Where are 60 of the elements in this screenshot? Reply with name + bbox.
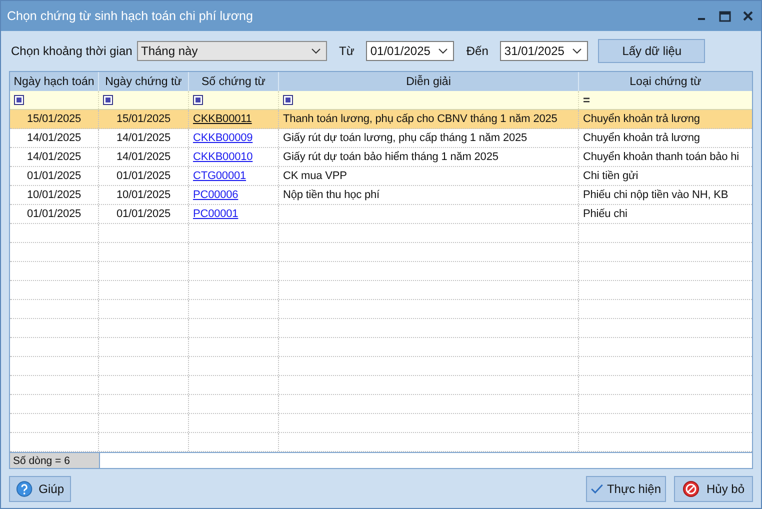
- document-type: Chuyển khoản trả lương: [583, 132, 700, 144]
- description-text: Thanh toán lương, phụ cấp cho CBNV tháng 1 năm 2025: [283, 113, 558, 125]
- period-dropdown[interactable]: Tháng này: [137, 41, 327, 61]
- fetch-data-button[interactable]: Lấy dữ liệu: [598, 39, 706, 63]
- filter-icon[interactable]: [193, 95, 203, 105]
- table-row[interactable]: 10/01/2025 10/01/2025 PC00006 Nộp tiền thu học phí Phiếu chi nộp tiền vào NH, KB: [10, 186, 752, 205]
- document-number-link[interactable]: CKKB00009: [193, 132, 253, 144]
- document-date: 10/01/2025: [116, 189, 171, 201]
- from-date-field[interactable]: 01/01/2025: [366, 41, 454, 61]
- document-date: 14/01/2025: [116, 151, 171, 163]
- table-row[interactable]: 01/01/2025 01/01/2025 CTG00001 CK mua VPP Chi tiền gửi: [10, 167, 752, 186]
- maximize-icon[interactable]: [719, 10, 731, 22]
- table-row[interactable]: 15/01/2025 15/01/2025 CKKB00011 Thanh toán lương, phụ cấp cho CBNV tháng 1 năm 2025 Chuyển khoản trả lương: [10, 110, 752, 129]
- document-number-link[interactable]: PC00001: [193, 208, 238, 220]
- cancel-button[interactable]: Hủy bỏ: [674, 476, 753, 502]
- window-title: Chọn chứng từ sinh hạch toán chi phí lương: [7, 9, 254, 23]
- document-type: Chi tiền gửi: [583, 170, 638, 182]
- filter-operator[interactable]: =: [583, 93, 590, 107]
- posting-date: 01/01/2025: [26, 208, 82, 220]
- chevron-down-icon: [572, 48, 582, 54]
- filter-icon[interactable]: [14, 95, 24, 105]
- chevron-down-icon: [311, 48, 321, 54]
- posting-date: 15/01/2025: [26, 113, 82, 125]
- to-date-field[interactable]: 31/01/2025: [500, 41, 588, 61]
- table-row[interactable]: 01/01/2025 01/01/2025 PC00001 Phiếu chi: [10, 205, 752, 224]
- filter-icon[interactable]: [103, 95, 113, 105]
- table-row[interactable]: 14/01/2025 14/01/2025 CKKB00009 Giấy rút dự toán lương, phụ cấp tháng 1 năm 2025 Chuyển khoản trả lương: [10, 129, 752, 148]
- document-number-link[interactable]: CTG00001: [193, 170, 246, 182]
- document-date: 14/01/2025: [116, 132, 171, 144]
- document-type: Chuyển khoản thanh toán bảo hi: [583, 151, 740, 163]
- column-header[interactable]: Loại chứng từ: [579, 72, 752, 91]
- document-type: Phiếu chi nộp tiền vào NH, KB: [583, 189, 728, 201]
- table-row[interactable]: 14/01/2025 14/01/2025 CKKB00010 Giấy rút dự toán bảo hiểm tháng 1 năm 2025 Chuyển khoản thanh toán bảo hi: [10, 148, 752, 167]
- description-text: CK mua VPP: [283, 170, 347, 182]
- execute-button[interactable]: Thực hiện: [586, 476, 666, 502]
- chevron-down-icon: [438, 48, 448, 54]
- filter-icon[interactable]: [283, 95, 293, 105]
- posting-date: 14/01/2025: [26, 151, 82, 163]
- description-text: Giấy rút dự toán lương, phụ cấp tháng 1 năm 2025: [283, 132, 528, 144]
- from-label: Từ: [339, 44, 354, 58]
- close-icon[interactable]: [743, 11, 753, 21]
- posting-date: 01/01/2025: [26, 170, 82, 182]
- help-button[interactable]: Giúp: [9, 476, 71, 502]
- row-count: Số dòng = 6: [10, 453, 99, 468]
- help-icon: [16, 480, 33, 498]
- to-label: Đến: [466, 44, 488, 58]
- posting-date: 10/01/2025: [26, 189, 82, 201]
- description-text: Nộp tiền thu học phí: [283, 189, 380, 201]
- document-date: 15/01/2025: [116, 113, 171, 125]
- document-number-link[interactable]: CKKB00011: [193, 113, 252, 125]
- period-label: Chọn khoảng thời gian: [11, 44, 134, 58]
- posting-date: 14/01/2025: [26, 132, 82, 144]
- prohibited-icon: [682, 480, 700, 498]
- document-number-link[interactable]: PC00006: [193, 189, 238, 201]
- description-text: Giấy rút dự toán bảo hiểm tháng 1 năm 2025: [283, 151, 498, 163]
- document-type: Chuyển khoản trả lương: [583, 113, 700, 125]
- document-date: 01/01/2025: [116, 170, 171, 182]
- document-date: 01/01/2025: [116, 208, 171, 220]
- document-type: Phiếu chi: [583, 208, 628, 220]
- document-number-link[interactable]: CKKB00010: [193, 151, 253, 163]
